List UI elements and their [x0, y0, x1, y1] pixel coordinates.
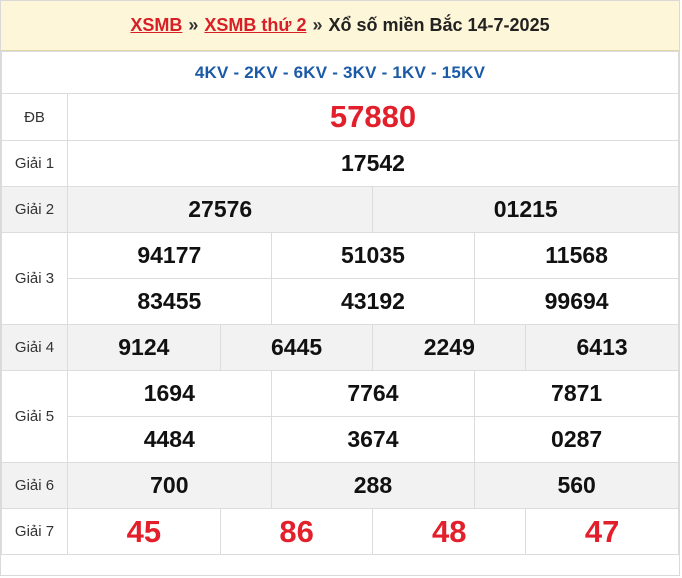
prize-number: 86: [219, 508, 374, 555]
prize-row-special: ĐB 57880: [1, 93, 679, 141]
prize-row-5b: 4484 3674 0287: [2, 416, 679, 463]
prize-number: 83455: [67, 278, 272, 325]
breadcrumb-separator: »: [188, 15, 199, 35]
prize-number: 01215: [372, 186, 679, 233]
prize-label: Giải 2: [1, 186, 68, 233]
ticket-codes-row: 4KV - 2KV - 6KV - 3KV - 1KV - 15KV: [1, 51, 679, 94]
prize-number: 6445: [219, 324, 374, 371]
page-title: Xổ số miền Bắc 14-7-2025: [328, 15, 550, 35]
xsmb-monday-link[interactable]: XSMB thứ 2: [204, 15, 306, 36]
prize-number: 6413: [525, 324, 679, 371]
prize-number: 7764: [270, 370, 476, 417]
special-prize-number: 57880: [67, 93, 679, 141]
prize-number: 43192: [270, 278, 476, 325]
xsmb-link[interactable]: XSMB: [130, 15, 182, 36]
prize-number: 51035: [270, 232, 476, 279]
prize-number: 47: [525, 508, 679, 555]
prize-row-5a: Giải 5 1694 7764 7871: [1, 370, 679, 463]
prize-row-4: Giải 4 9124 6445 2249 6413: [1, 324, 679, 371]
prize-number: 48: [372, 508, 527, 555]
prize-label: ĐB: [1, 93, 68, 141]
prize-number: 700: [67, 462, 272, 509]
results-header: XSMB » XSMB thứ 2 » Xổ số miền Bắc 14-7-…: [1, 1, 679, 51]
prize-number: 9124: [67, 324, 221, 371]
prize-row-3b: 83455 43192 99694: [2, 278, 679, 325]
prize-number: 4484: [67, 416, 272, 463]
prize-label: Giải 3: [1, 232, 68, 325]
prize-label: Giải 5: [1, 370, 68, 463]
prize-row-2: Giải 2 27576 01215: [1, 186, 679, 233]
prize-number: 3674: [270, 416, 476, 463]
prize-label: Giải 1: [1, 140, 68, 187]
prize-number: 27576: [66, 186, 374, 233]
prize-label: Giải 7: [1, 508, 68, 555]
prize-number: 2249: [372, 324, 527, 371]
prize-number: 288: [270, 462, 476, 509]
prize-number: 1694: [67, 370, 272, 417]
results-table: 4KV - 2KV - 6KV - 3KV - 1KV - 15KV ĐB 57…: [1, 51, 679, 555]
breadcrumb-separator: »: [312, 15, 323, 35]
prize-row-3a: Giải 3 94177 51035 11568: [1, 232, 679, 325]
prize-number: 560: [474, 462, 679, 509]
prize-number: 0287: [474, 416, 679, 463]
prize-number: 94177: [67, 232, 272, 279]
prize-label: Giải 4: [1, 324, 68, 371]
results-panel: XSMB » XSMB thứ 2 » Xổ số miền Bắc 14-7-…: [0, 0, 680, 576]
prize-row-1: Giải 1 17542: [1, 140, 679, 187]
prize-number: 7871: [474, 370, 679, 417]
prize-number: 45: [67, 508, 221, 555]
prize-row-6: Giải 6 700 288 560: [1, 462, 679, 509]
prize-number: 17542: [67, 140, 679, 187]
prize-number: 99694: [474, 278, 679, 325]
prize-row-7: Giải 7 45 86 48 47: [1, 508, 679, 555]
prize-label: Giải 6: [1, 462, 68, 509]
ticket-codes: 4KV - 2KV - 6KV - 3KV - 1KV - 15KV: [1, 51, 679, 94]
prize-number: 11568: [474, 232, 679, 279]
